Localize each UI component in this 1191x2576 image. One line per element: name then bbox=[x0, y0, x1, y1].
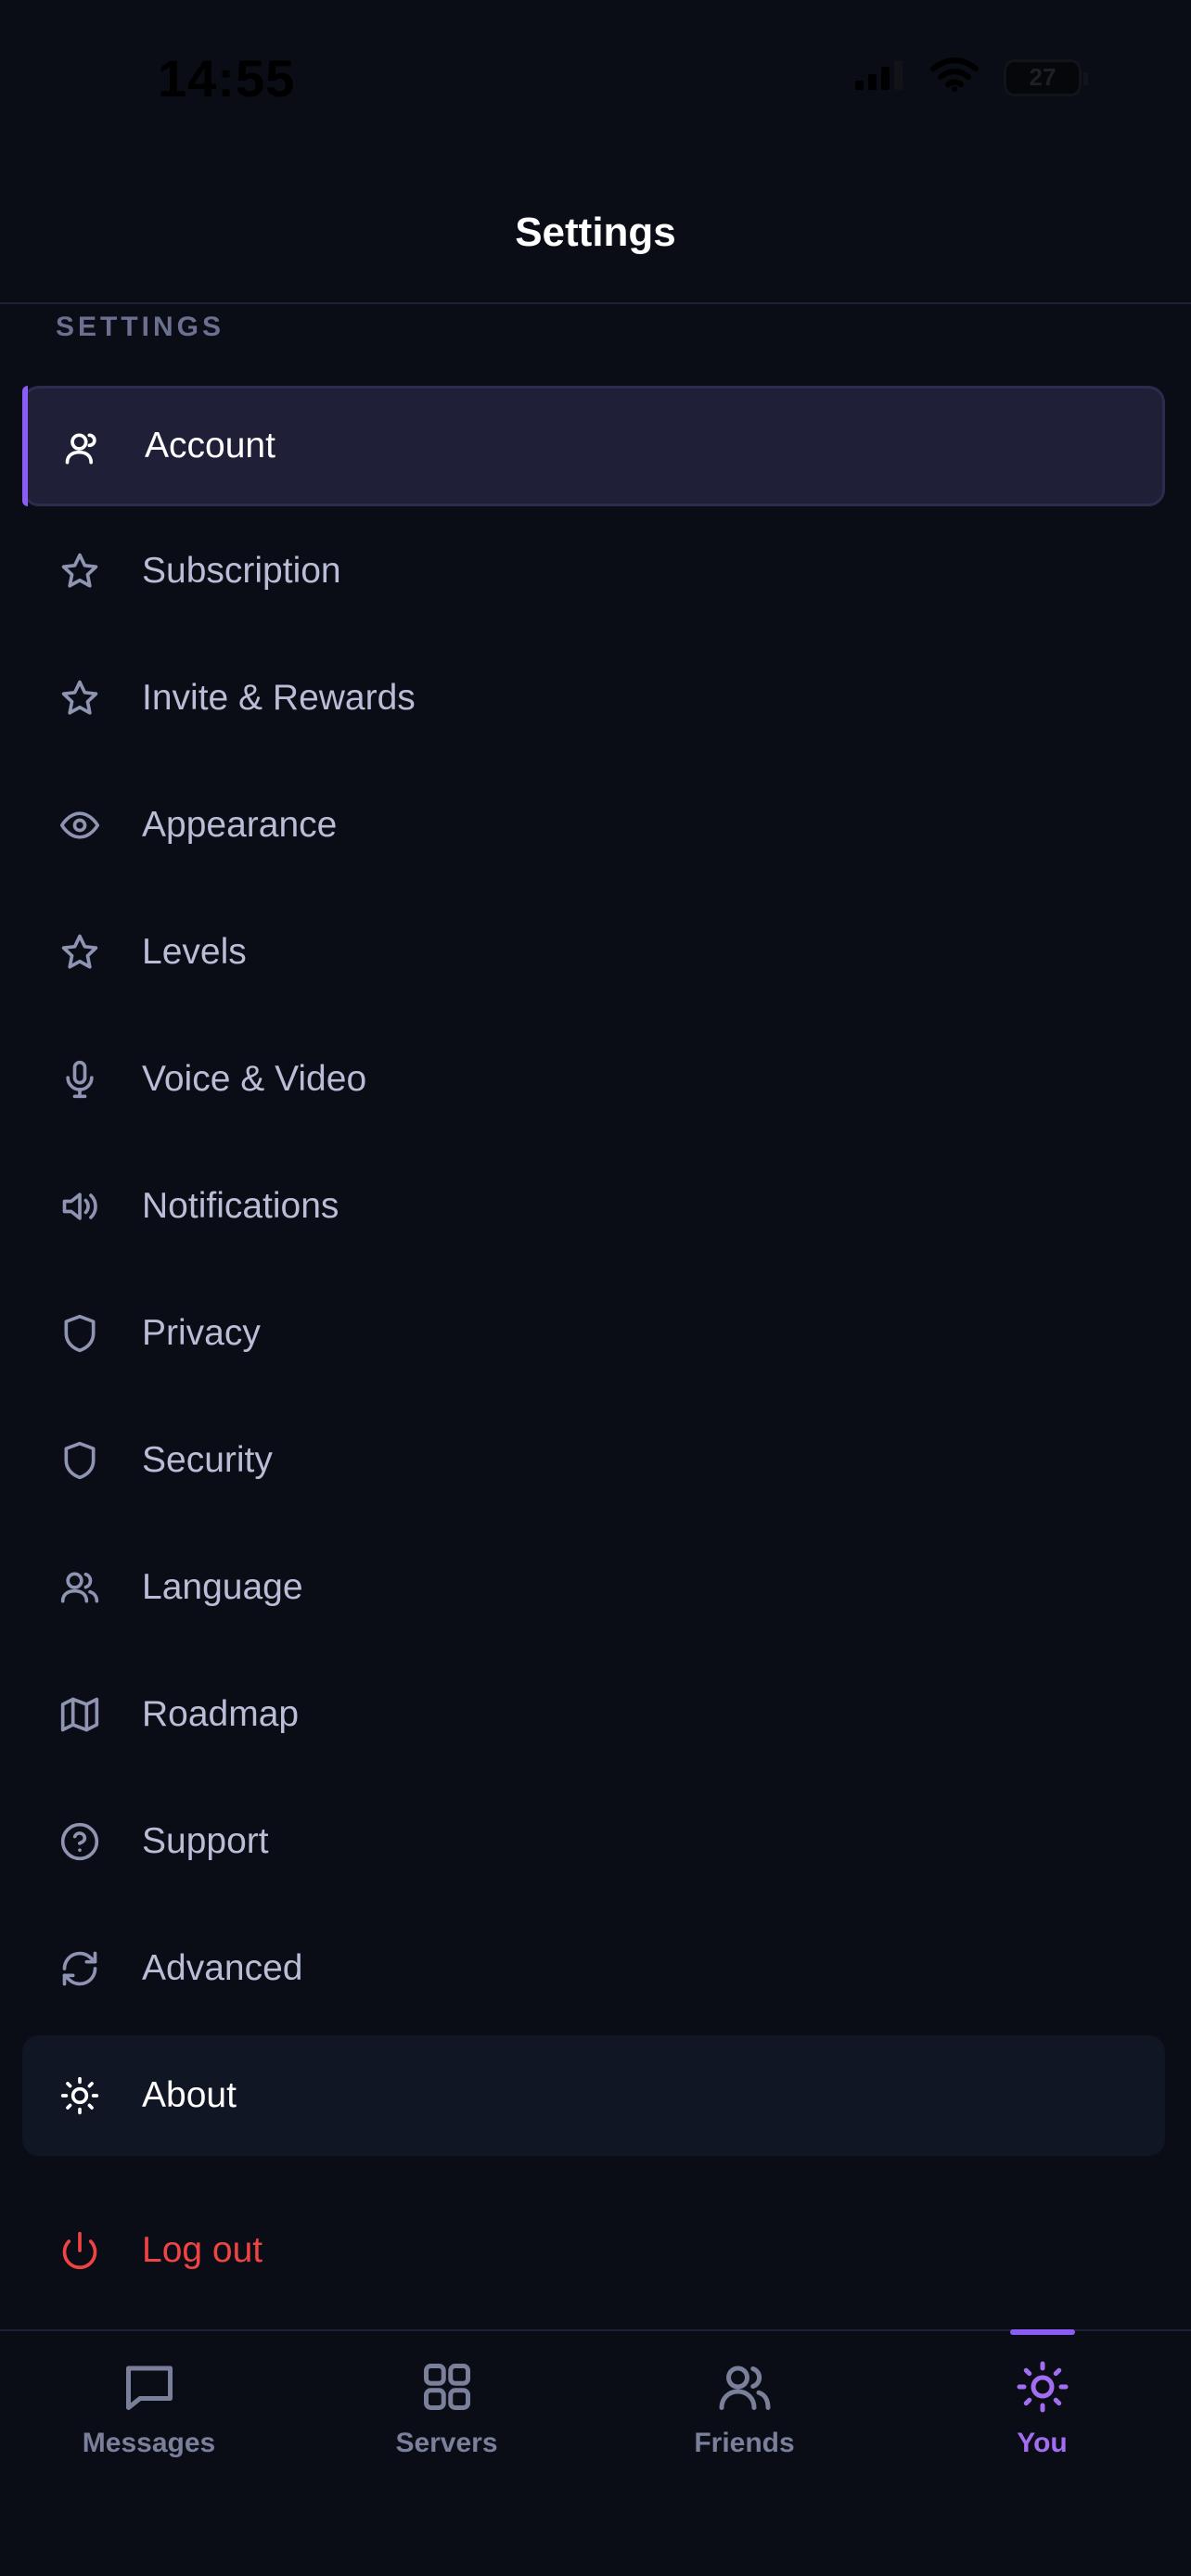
menu-item-label: Language bbox=[142, 1567, 303, 1607]
menu-item-label: Security bbox=[142, 1440, 273, 1480]
menu-item-about[interactable]: About bbox=[22, 2035, 1165, 2156]
grid-icon bbox=[419, 2359, 475, 2415]
logout-button[interactable]: Log out bbox=[22, 2190, 1165, 2311]
menu-item-invite-rewards[interactable]: Invite & Rewards bbox=[22, 638, 1165, 759]
menu-item-voice-video[interactable]: Voice & Video bbox=[22, 1019, 1165, 1140]
tab-label: Messages bbox=[82, 2428, 216, 2458]
star-icon bbox=[59, 932, 100, 973]
menu-item-label: Invite & Rewards bbox=[142, 678, 416, 718]
menu-item-privacy[interactable]: Privacy bbox=[22, 1273, 1165, 1394]
menu-item-label: Appearance bbox=[142, 805, 338, 845]
menu-item-language[interactable]: Language bbox=[22, 1527, 1165, 1648]
section-label: SETTINGS bbox=[56, 312, 225, 342]
menu-item-label: Support bbox=[142, 1821, 269, 1861]
battery-icon: 27 bbox=[1004, 58, 1088, 96]
power-icon bbox=[59, 2230, 100, 2271]
status-icons: 27 bbox=[853, 57, 1088, 97]
shield-icon bbox=[59, 1440, 100, 1481]
microphone-icon bbox=[59, 1059, 100, 1100]
shield-icon bbox=[59, 1313, 100, 1354]
header: Settings bbox=[0, 158, 1191, 304]
menu-item-notifications[interactable]: Notifications bbox=[22, 1146, 1165, 1267]
menu-item-appearance[interactable]: Appearance bbox=[22, 765, 1165, 886]
menu-item-label: Notifications bbox=[142, 1186, 339, 1226]
menu-item-label: Voice & Video bbox=[142, 1059, 367, 1099]
tab-you[interactable]: You bbox=[893, 2329, 1191, 2517]
tab-label: Servers bbox=[395, 2428, 498, 2458]
message-icon bbox=[122, 2359, 177, 2415]
menu-item-label: About bbox=[142, 2075, 237, 2115]
refresh-icon bbox=[59, 1948, 100, 1989]
menu-item-label: Account bbox=[145, 426, 275, 465]
tab-bar: Messages Servers Friends You bbox=[0, 2329, 1191, 2576]
users-icon bbox=[59, 1567, 100, 1608]
speaker-icon bbox=[59, 1186, 100, 1227]
menu-item-security[interactable]: Security bbox=[22, 1400, 1165, 1521]
tab-label: You bbox=[1017, 2428, 1068, 2458]
logout-label: Log out bbox=[142, 2230, 263, 2270]
tab-messages[interactable]: Messages bbox=[0, 2331, 298, 2517]
tab-label: Friends bbox=[694, 2428, 795, 2458]
menu-item-label: Levels bbox=[142, 932, 247, 972]
menu-item-label: Roadmap bbox=[142, 1694, 300, 1734]
map-icon bbox=[59, 1694, 100, 1735]
status-bar: 14:55 27 bbox=[0, 0, 1191, 158]
menu-item-support[interactable]: Support bbox=[22, 1781, 1165, 1902]
signal-icon bbox=[853, 58, 905, 96]
menu-item-label: Subscription bbox=[142, 551, 341, 591]
menu-item-roadmap[interactable]: Roadmap bbox=[22, 1654, 1165, 1775]
wifi-icon bbox=[929, 57, 980, 97]
status-time: 14:55 bbox=[158, 49, 296, 108]
page-title: Settings bbox=[515, 210, 676, 255]
menu-item-advanced[interactable]: Advanced bbox=[22, 1908, 1165, 2029]
help-circle-icon bbox=[59, 1821, 100, 1862]
menu-item-levels[interactable]: Levels bbox=[22, 892, 1165, 1013]
battery-level: 27 bbox=[1029, 63, 1057, 91]
star-icon bbox=[59, 551, 100, 592]
user-icon bbox=[62, 428, 103, 469]
tab-servers[interactable]: Servers bbox=[298, 2331, 596, 2517]
eye-icon bbox=[59, 805, 100, 846]
menu-item-label: Privacy bbox=[142, 1313, 261, 1353]
menu-item-subscription[interactable]: Subscription bbox=[22, 511, 1165, 631]
active-tab-indicator bbox=[1009, 2329, 1075, 2335]
menu-item-label: Advanced bbox=[142, 1948, 303, 1988]
sun-icon bbox=[1015, 2359, 1070, 2415]
tab-friends[interactable]: Friends bbox=[596, 2331, 893, 2517]
sun-icon bbox=[59, 2075, 100, 2116]
menu-item-account[interactable]: Account bbox=[22, 386, 1165, 506]
star-icon bbox=[59, 678, 100, 719]
friends-icon bbox=[717, 2359, 773, 2415]
